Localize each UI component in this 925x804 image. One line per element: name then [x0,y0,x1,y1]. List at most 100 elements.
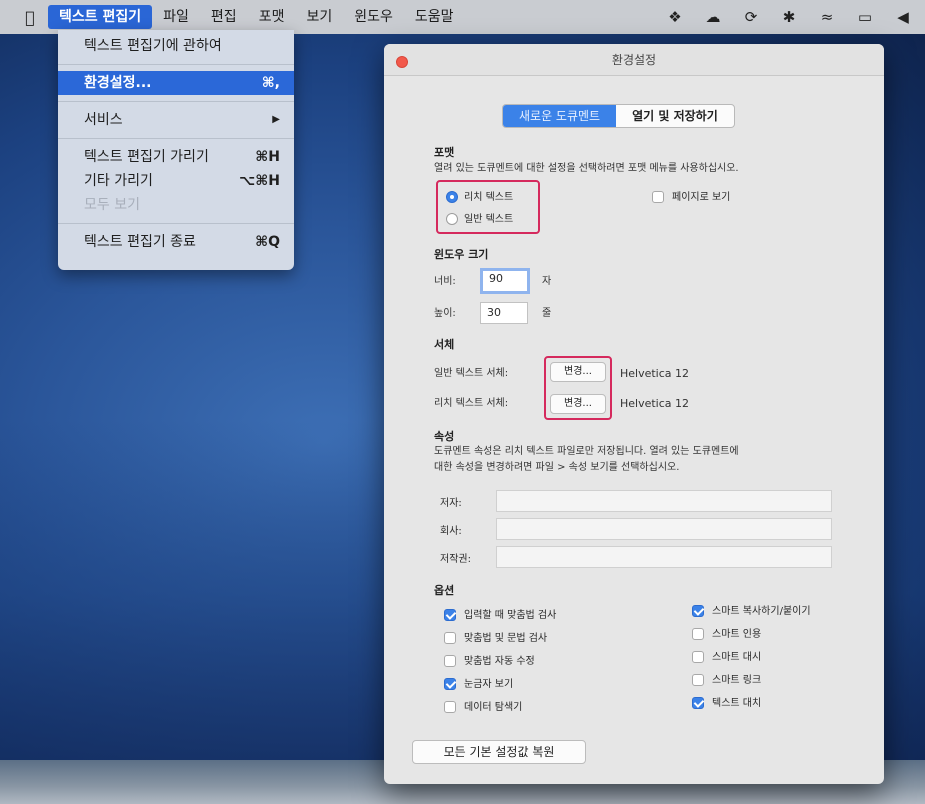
option-label: 입력할 때 맞춤법 검사 [464,610,557,621]
menu-item-preferences[interactable]: 환경설정... ⌘, [58,71,294,95]
checkbox-control[interactable] [444,609,456,621]
checkbox-control[interactable] [444,678,456,690]
option-show-ruler[interactable]: 눈금자 보기 [444,677,513,693]
radio-rich-text-label: 리치 텍스트 [464,192,514,203]
radio-plain-text[interactable]: 일반 텍스트 [446,210,513,225]
height-input[interactable]: 30 [480,302,528,324]
apple-icon[interactable]:  [12,8,48,27]
time-machine-icon[interactable]: ⟳ [741,8,761,26]
volume-icon[interactable]: ◀ [893,8,913,26]
checkbox-control[interactable] [692,628,704,640]
menu-bar:  텍스트 편집기 파일 편집 포맷 보기 윈도우 도움말 ❖ ☁ ⟳ ✱ ≈ … [0,0,925,34]
menu-separator [58,223,294,224]
copyright-field[interactable] [496,546,832,568]
airplay-icon[interactable]: ▭ [855,8,875,26]
menu-item-quit[interactable]: 텍스트 편집기 종료 ⌘Q [58,230,294,254]
menu-item-show-all: 모두 보기 [58,193,294,217]
tab-open-save[interactable]: 열기 및 저장하기 [616,105,734,127]
checkbox-control[interactable] [444,655,456,667]
menu-shortcut: ⌥⌘H [239,173,280,189]
bluetooth-icon[interactable]: ✱ [779,8,799,26]
menu-item-hide-others[interactable]: 기타 가리기 ⌥⌘H [58,169,294,193]
menu-shortcut: ⌘H [255,149,280,165]
wifi-icon[interactable]: ≈ [817,8,837,26]
menu-file[interactable]: 파일 [152,5,200,29]
option-smart-copy-paste[interactable]: 스마트 복사하기/붙이기 [692,604,811,620]
checkbox-control[interactable] [692,674,704,686]
rich-font-label: 리치 텍스트 서체: [434,398,509,409]
menu-item-label: 텍스트 편집기 종료 [84,234,196,250]
option-smart-quotes[interactable]: 스마트 인용 [692,627,761,643]
option-auto-correct[interactable]: 맞춤법 자동 수정 [444,654,535,670]
checkbox-wrap-to-page[interactable]: 페이지로 보기 [652,188,730,203]
window-titlebar[interactable]: 환경설정 [384,44,884,76]
checkbox-control[interactable] [692,605,704,617]
author-field[interactable] [496,490,832,512]
option-label: 맞춤법 및 문법 검사 [464,633,548,644]
cloud-icon[interactable]: ☁ [703,8,723,26]
format-description: 열려 있는 도큐멘트에 대한 설정을 선택하려면 포맷 메뉴를 사용하십시오. [434,163,739,174]
width-unit: 자 [542,276,552,287]
menu-item-label: 모두 보기 [84,197,140,213]
option-label: 스마트 링크 [712,675,762,686]
option-smart-links[interactable]: 스마트 링크 [692,673,761,689]
preferences-window: 환경설정 새로운 도큐멘트 열기 및 저장하기 포맷 열려 있는 도큐멘트에 대… [384,44,884,784]
menu-view[interactable]: 보기 [295,5,343,29]
radio-plain-text-control[interactable] [446,213,458,225]
plain-font-label: 일반 텍스트 서체: [434,368,509,379]
format-heading: 포맷 [434,146,455,159]
properties-heading: 속성 [434,430,455,443]
menu-item-label: 텍스트 편집기에 관하여 [84,38,222,54]
option-data-detectors[interactable]: 데이터 탐색기 [444,700,522,716]
company-row: 회사: [440,518,840,540]
copyright-label: 저작권: [440,554,471,565]
menu-shortcut: ⌘, [261,75,280,91]
option-smart-dashes[interactable]: 스마트 대시 [692,650,761,666]
checkbox-wrap-to-page-label: 페이지로 보기 [672,192,731,203]
menu-item-services[interactable]: 서비스 ▶ [58,108,294,132]
restore-defaults-button[interactable]: 모든 기본 설정값 복원 [412,740,586,764]
window-size-heading: 윈도우 크기 [434,248,489,261]
checkbox-wrap-to-page-control[interactable] [652,191,664,203]
option-text-replacement[interactable]: 텍스트 대치 [692,696,761,712]
menu-separator [58,101,294,102]
change-plain-font-button[interactable]: 변경... [550,362,606,382]
checkbox-control[interactable] [444,701,456,713]
option-label: 눈금자 보기 [464,679,514,690]
option-label: 스마트 대시 [712,652,762,663]
menu-separator [58,138,294,139]
width-input[interactable]: 90 [480,268,530,294]
menu-app[interactable]: 텍스트 편집기 [48,5,153,29]
plain-font-value: Helvetica 12 [620,367,690,380]
checkbox-control[interactable] [692,697,704,709]
menu-item-label: 기타 가리기 [84,173,153,189]
menu-help[interactable]: 도움말 [404,5,465,29]
menu-item-label: 서비스 [84,112,123,128]
radio-rich-text[interactable]: 리치 텍스트 [446,188,513,203]
menu-format[interactable]: 포맷 [248,5,296,29]
company-label: 회사: [440,526,462,537]
change-rich-font-button[interactable]: 변경... [550,394,606,414]
author-label: 저자: [440,498,462,509]
option-check-spelling-while-typing[interactable]: 입력할 때 맞춤법 검사 [444,608,556,624]
menu-item-hide-app[interactable]: 텍스트 편집기 가리기 ⌘H [58,145,294,169]
menu-item-about[interactable]: 텍스트 편집기에 관하여 [58,34,294,58]
status-tray: ❖ ☁ ⟳ ✱ ≈ ▭ ◀ [665,0,913,34]
checkbox-control[interactable] [692,651,704,663]
menu-window[interactable]: 윈도우 [343,5,404,29]
option-label: 텍스트 대치 [712,698,762,709]
option-check-grammar[interactable]: 맞춤법 및 문법 검사 [444,631,547,647]
window-title: 환경설정 [611,53,657,67]
height-label: 높이: [434,308,456,319]
menu-item-label: 텍스트 편집기 가리기 [84,149,209,165]
tab-new-document[interactable]: 새로운 도큐멘트 [503,105,617,127]
dropbox-icon[interactable]: ❖ [665,8,685,26]
checkbox-control[interactable] [444,632,456,644]
radio-rich-text-control[interactable] [446,191,458,203]
company-field[interactable] [496,518,832,540]
width-label: 너비: [434,276,456,287]
menu-edit[interactable]: 편집 [200,5,248,29]
submenu-arrow-icon: ▶ [272,114,280,125]
menu-item-label: 환경설정... [84,75,152,91]
font-heading: 서체 [434,338,455,351]
